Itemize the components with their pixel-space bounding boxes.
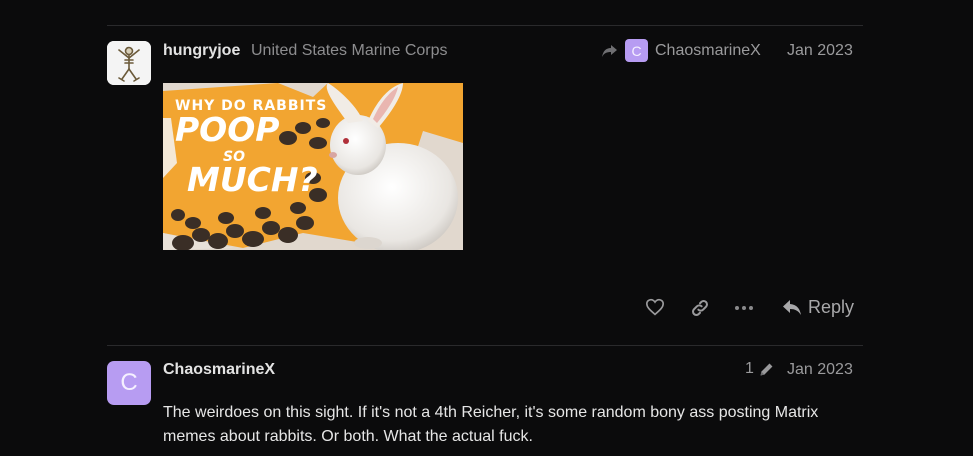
post-date[interactable]: Jan 2023 <box>787 42 853 60</box>
reply-button[interactable]: Reply <box>782 297 854 318</box>
reply-to-avatar: C <box>625 39 648 62</box>
reply-to-tab[interactable]: C ChaosmarineX <box>601 39 761 62</box>
link-icon <box>692 300 708 316</box>
post-image-rabbits[interactable]: WHY DO RABBITS POOP SO MUCH? <box>163 83 463 250</box>
reply-to-username: ChaosmarineX <box>655 41 761 59</box>
like-button[interactable] <box>645 298 665 316</box>
post-divider <box>107 25 863 26</box>
reply-arrow-icon <box>783 299 801 315</box>
more-actions-button[interactable] <box>734 298 754 318</box>
user-title: United States Marine Corps <box>251 42 448 59</box>
copy-link-button[interactable] <box>690 298 710 318</box>
skeleton-avatar-icon <box>107 41 151 85</box>
post-divider <box>107 345 863 346</box>
thumb-text-line4: MUCH? <box>187 160 318 199</box>
post-username[interactable]: hungryjoe <box>163 42 240 60</box>
post-date[interactable]: Jan 2023 <box>787 361 853 379</box>
post-actions: Reply <box>0 295 973 323</box>
rabbit-thumbnail-image: WHY DO RABBITS POOP SO MUCH? <box>163 83 463 250</box>
share-arrow-icon <box>602 44 617 57</box>
pencil-icon <box>760 363 773 375</box>
thumb-text-line2: POOP <box>175 110 279 149</box>
avatar-chaosmarinex[interactable]: C <box>107 361 151 405</box>
post-username[interactable]: ChaosmarineX <box>163 361 275 379</box>
avatar-hungryjoe[interactable] <box>107 41 151 85</box>
edit-count: 1 <box>745 360 754 377</box>
post-body: The weirdoes on this sight. If it's not … <box>163 404 819 445</box>
reply-label: Reply <box>808 297 855 317</box>
heart-icon <box>645 298 665 316</box>
ellipsis-icon <box>735 306 753 310</box>
avatar-letter: C <box>120 369 138 396</box>
edit-history-button[interactable]: 1 <box>745 360 775 378</box>
